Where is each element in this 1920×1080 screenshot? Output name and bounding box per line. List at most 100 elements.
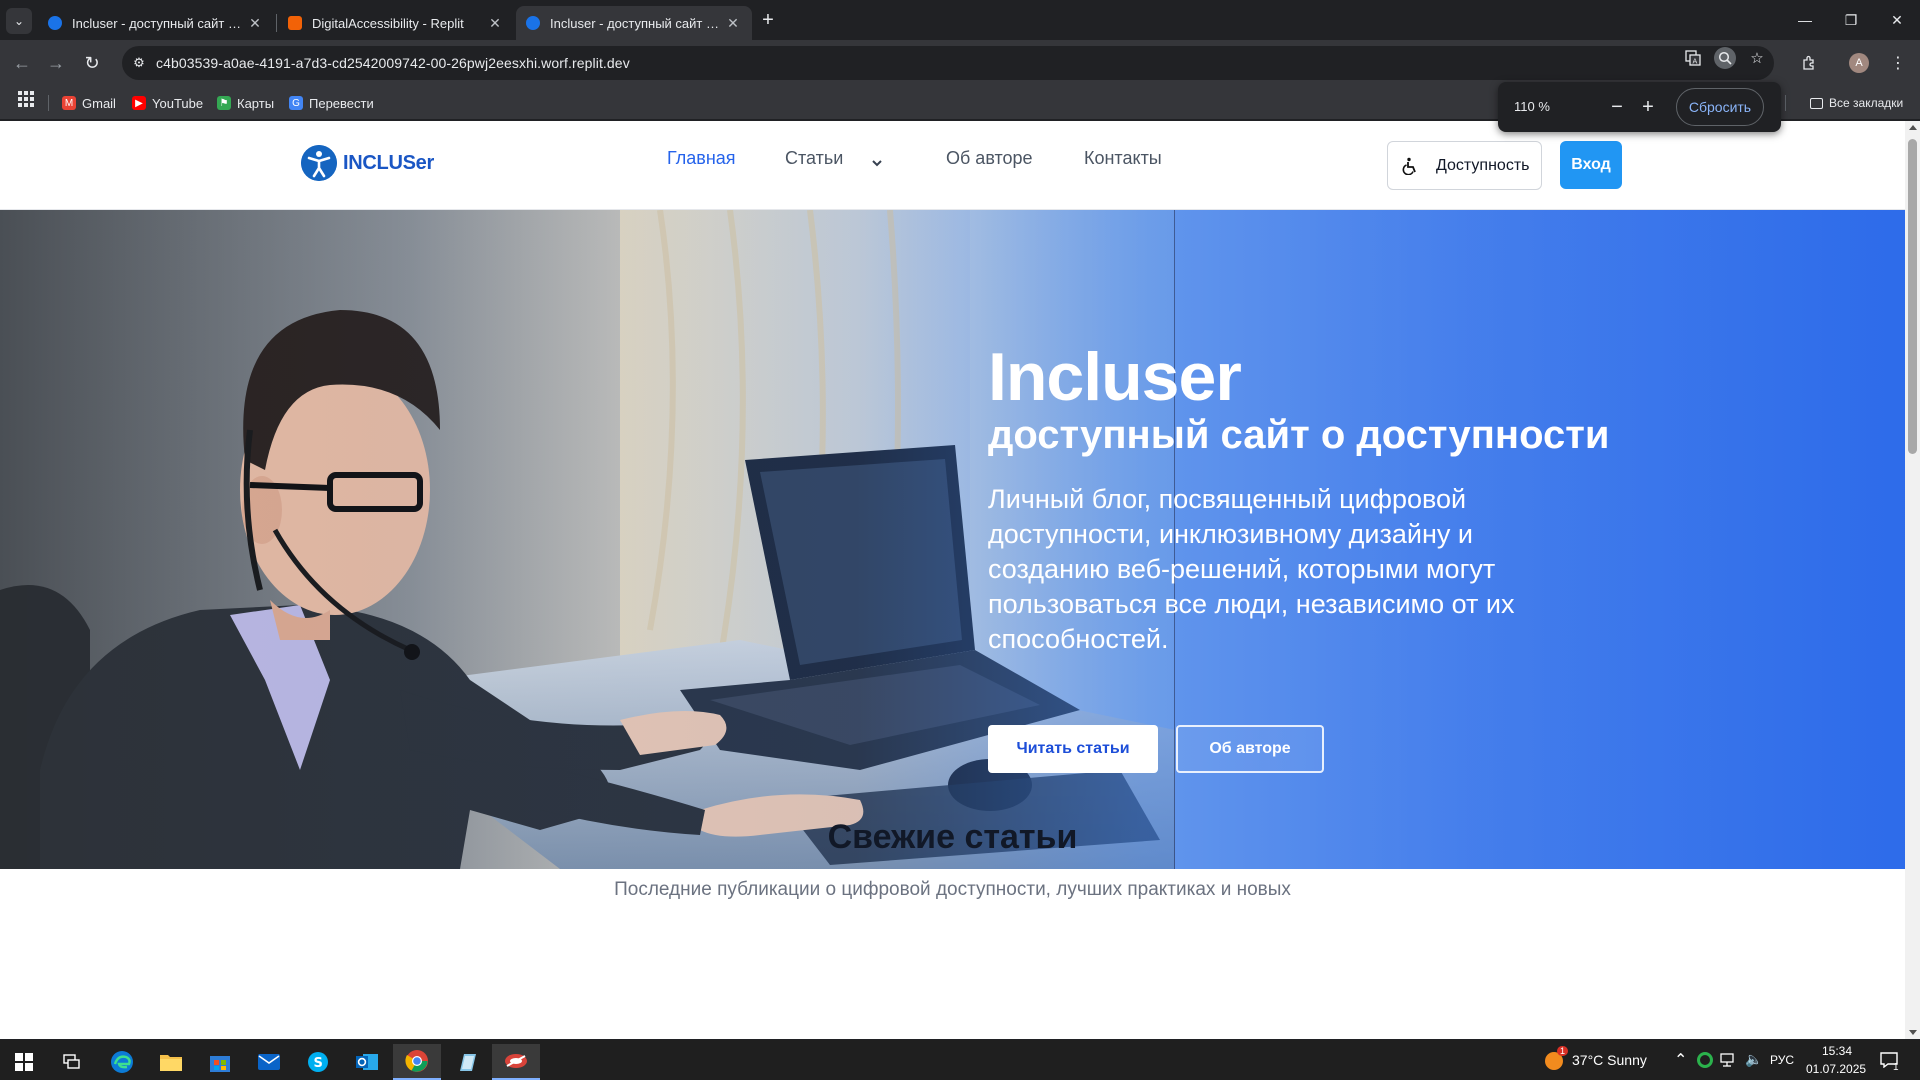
zoom-in-icon[interactable]: + (1635, 94, 1661, 120)
tab-title: Incluser - доступный сайт о до... (72, 15, 246, 31)
reload-icon[interactable]: ↻ (78, 49, 106, 77)
browser-tab-1[interactable]: Incluser - доступный сайт о до... ✕ (38, 6, 274, 40)
svg-text:A: A (1693, 58, 1698, 66)
maps-icon: ⚑ (217, 96, 231, 110)
extensions-icon[interactable] (1797, 51, 1821, 75)
file-explorer-icon[interactable] (147, 1044, 195, 1080)
zoom-icon[interactable] (1714, 47, 1736, 69)
apps-grid-icon[interactable] (18, 91, 34, 107)
browser-tab-strip: ⌄ Incluser - доступный сайт о до... ✕ Di… (0, 0, 1920, 40)
fresh-articles-title: Свежие статьи (827, 818, 1078, 856)
browser-tab-2[interactable]: DigitalAccessibility - Replit ✕ (278, 6, 514, 40)
close-window-icon[interactable]: ✕ (1874, 0, 1920, 40)
back-icon[interactable]: ← (8, 49, 36, 77)
login-button[interactable]: Вход (1560, 141, 1622, 189)
all-bookmarks-button[interactable]: Все закладки (1810, 93, 1903, 113)
page-viewport: INCLUSer Главная Статьи Об авторе Контак… (0, 121, 1905, 1039)
fresh-articles-description: Последние публикации о цифровой доступно… (614, 879, 1291, 900)
chrome-menu-icon[interactable]: ⋮ (1886, 51, 1910, 75)
folder-icon (1810, 97, 1823, 109)
accessibility-button[interactable]: Доступность (1387, 141, 1542, 190)
bookmark-maps[interactable]: ⚑ Карты (217, 93, 274, 113)
chrome-taskbar-icon[interactable] (393, 1044, 441, 1080)
close-tab-icon[interactable]: ✕ (486, 14, 504, 32)
new-tab-icon[interactable]: + (756, 8, 780, 32)
site-info-icon[interactable]: ⚙ (122, 46, 156, 80)
tab-search-button[interactable]: ⌄ (6, 8, 32, 34)
zoom-popup: 110 % − + Сбросить (1498, 82, 1781, 132)
bookmark-star-icon[interactable]: ☆ (1746, 47, 1768, 69)
notepad-app-icon[interactable] (443, 1044, 491, 1080)
bookmark-label: Карты (237, 95, 275, 111)
incluser-favicon-icon (48, 16, 62, 30)
network-icon[interactable] (1720, 1053, 1738, 1067)
scroll-up-icon[interactable] (1909, 125, 1917, 130)
hero-gradient-overlay (0, 210, 1905, 869)
mail-icon[interactable] (245, 1044, 293, 1080)
logo-text: INCLUSer (343, 151, 434, 174)
close-tab-icon[interactable]: ✕ (724, 14, 742, 32)
browser-toolbar: ← → ↻ ⚙ c4b03539-a0ae-4191-a7d3-cd254200… (0, 40, 1920, 86)
close-tab-icon[interactable]: ✕ (246, 14, 264, 32)
hero-description: Личный блог, посвященный цифровой доступ… (988, 484, 1515, 654)
browser-tab-3-active[interactable]: Incluser - доступный сайт о до... ✕ (516, 6, 752, 40)
url-text[interactable]: c4b03539-a0ae-4191-a7d3-cd2542009742-00-… (156, 55, 630, 71)
zoom-out-icon[interactable]: − (1604, 94, 1630, 120)
page-scrollbar[interactable] (1905, 121, 1920, 1039)
forward-icon[interactable]: → (42, 49, 70, 77)
hero-subtitle: доступный сайт о доступности (988, 413, 1610, 457)
wheelchair-icon (1402, 157, 1416, 175)
nav-articles[interactable]: Статьи (785, 148, 843, 169)
weather-text[interactable]: 37°C Sunny (1572, 1052, 1647, 1068)
tab-separator (276, 14, 277, 32)
bookmark-label: YouTube (152, 95, 204, 111)
language-indicator[interactable]: РУС (1770, 1053, 1794, 1067)
read-articles-button[interactable]: Читать статьи (988, 725, 1158, 773)
edge-icon[interactable] (98, 1044, 146, 1080)
volume-icon[interactable]: 🔈 (1745, 1051, 1762, 1068)
nav-contacts[interactable]: Контакты (1084, 148, 1162, 169)
hero-title: Incluser (988, 339, 1242, 415)
scrollbar-thumb[interactable] (1908, 139, 1917, 454)
chevron-down-icon[interactable] (871, 157, 883, 169)
replit-favicon-icon (288, 16, 302, 30)
bookmark-translate[interactable]: G Перевести (289, 93, 374, 113)
sync-app-tray-icon[interactable] (1697, 1052, 1713, 1068)
clock-date[interactable]: 01.07.2025 (1806, 1062, 1866, 1076)
zoom-level-text: 110 % (1514, 99, 1550, 114)
task-view-icon[interactable] (48, 1044, 96, 1080)
chevron-up-icon[interactable]: ⌃ (1674, 1050, 1687, 1070)
accessibility-logo-icon (301, 145, 337, 181)
accessibility-label: Доступность (1436, 156, 1530, 174)
skype-icon[interactable]: S (294, 1044, 342, 1080)
translate-icon[interactable]: A (1682, 47, 1704, 69)
svg-text:S: S (314, 1056, 323, 1071)
microsoft-store-icon[interactable] (196, 1044, 244, 1080)
translate-icon: G (289, 96, 303, 110)
bookmark-label: Перевести (309, 95, 374, 111)
outlook-icon[interactable] (343, 1044, 391, 1080)
nav-home[interactable]: Главная (667, 148, 736, 169)
windows-taskbar: S 1 37°C Sunny ⌃ 🔈 РУС 15:34 01.07.2025 … (0, 1040, 1920, 1080)
hero-section: Incluser доступный сайт о доступности Ли… (0, 210, 1905, 869)
bookmark-gmail[interactable]: M Gmail (62, 93, 116, 113)
start-windows-icon[interactable] (0, 1044, 48, 1080)
profile-avatar[interactable]: A (1849, 53, 1869, 73)
clock-time[interactable]: 15:34 (1822, 1044, 1852, 1058)
minimize-icon[interactable]: — (1782, 0, 1828, 40)
gmail-icon: M (62, 96, 76, 110)
zoom-reset-button[interactable]: Сбросить (1676, 88, 1764, 126)
site-header: INCLUSer Главная Статьи Об авторе Контак… (0, 121, 1905, 210)
nav-about[interactable]: Об авторе (946, 148, 1033, 169)
scroll-down-icon[interactable] (1909, 1030, 1917, 1035)
about-author-button[interactable]: Об авторе (1176, 725, 1324, 773)
notification-count: 1 (1893, 1062, 1899, 1073)
restore-icon[interactable]: ❐ (1828, 0, 1874, 40)
bookmark-youtube[interactable]: ▶ YouTube (132, 93, 203, 113)
tab-title: Incluser - доступный сайт о до... (550, 15, 724, 31)
site-logo[interactable]: INCLUSer (301, 145, 434, 181)
bookmarks-separator (48, 95, 49, 111)
bookmark-label: Gmail (82, 95, 116, 111)
screen-reader-app-icon[interactable] (492, 1044, 540, 1080)
address-bar[interactable]: ⚙ c4b03539-a0ae-4191-a7d3-cd2542009742-0… (122, 46, 1774, 80)
